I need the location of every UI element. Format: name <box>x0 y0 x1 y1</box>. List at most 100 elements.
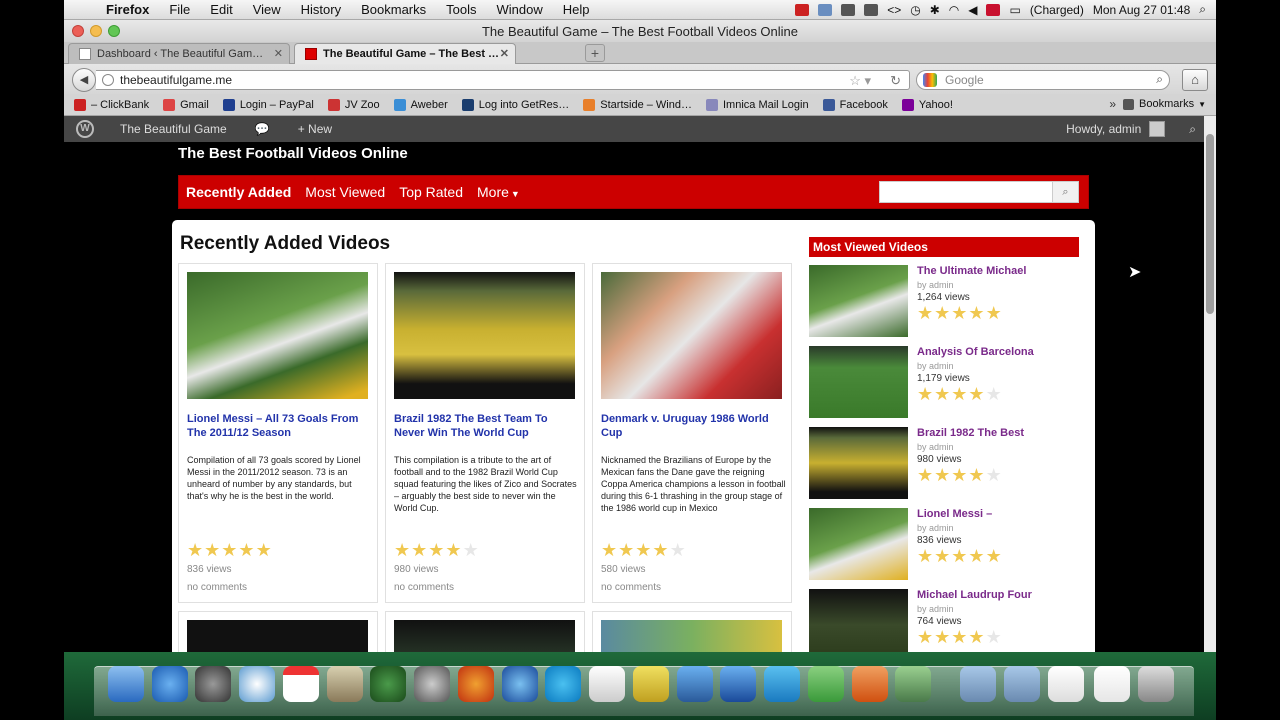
star-filled-icon[interactable]: ★ <box>968 384 985 404</box>
docs-app-icon[interactable] <box>720 666 756 702</box>
bookmark-getresponse[interactable]: Log into GetRes… <box>461 98 569 111</box>
calendar-icon[interactable] <box>283 666 319 702</box>
minimize-window-button[interactable] <box>90 25 102 37</box>
system-preferences-icon[interactable] <box>414 666 450 702</box>
rating-stars[interactable]: ★★★★★ <box>187 540 273 561</box>
star-filled-icon[interactable]: ★ <box>968 303 985 323</box>
bookmark-imnica[interactable]: Imnica Mail Login <box>705 98 809 111</box>
star-filled-icon[interactable]: ★ <box>635 540 652 560</box>
volume-icon[interactable]: ◀ <box>968 3 977 17</box>
bookmark-star-icon[interactable]: ☆ ▾ <box>849 73 871 89</box>
video-thumbnail[interactable] <box>394 620 575 652</box>
avatar[interactable] <box>1149 121 1166 137</box>
star-filled-icon[interactable]: ★ <box>934 384 951 404</box>
tab-dashboard[interactable]: Dashboard ‹ The Beautiful Gam… ✕ <box>68 43 290 64</box>
search-icon[interactable]: ⌕ <box>1156 72 1163 87</box>
spotlight-icon[interactable]: ⌕ <box>1199 2 1206 17</box>
skype-icon[interactable] <box>545 666 581 702</box>
star-empty-icon[interactable]: ★ <box>986 627 1003 647</box>
bookmark-yahoo[interactable]: Yahoo! <box>901 98 953 111</box>
star-filled-icon[interactable]: ★ <box>238 540 255 560</box>
video-title-link[interactable]: Michael Laudrup Four <box>917 589 1032 601</box>
menubar-clock[interactable]: Mon Aug 27 01:48 <box>1093 3 1190 17</box>
sync-icon[interactable] <box>818 3 833 16</box>
star-filled-icon[interactable]: ★ <box>951 546 968 566</box>
paw-icon[interactable] <box>864 3 879 16</box>
wp-howdy[interactable]: Howdy, admin <box>1066 122 1141 136</box>
star-empty-icon[interactable]: ★ <box>463 540 480 560</box>
star-filled-icon[interactable]: ★ <box>187 540 204 560</box>
firefox-icon[interactable] <box>458 666 494 702</box>
bookmark-facebook[interactable]: Facebook <box>822 98 888 111</box>
nav-recently-added[interactable]: Recently Added <box>186 184 291 200</box>
word-app-icon[interactable] <box>677 666 713 702</box>
video-thumbnail[interactable] <box>809 265 908 337</box>
star-filled-icon[interactable]: ★ <box>934 303 951 323</box>
url-bar[interactable]: thebeautifulgame.me ☆ ▾ ↻ <box>96 70 910 90</box>
comment-count[interactable]: no comments <box>187 582 247 593</box>
rating-stars[interactable]: ★★★★★ <box>917 627 1003 648</box>
app-menu-firefox[interactable]: Firefox <box>96 2 159 17</box>
star-filled-icon[interactable]: ★ <box>951 384 968 404</box>
star-filled-icon[interactable]: ★ <box>951 627 968 647</box>
star-filled-icon[interactable]: ★ <box>917 384 934 404</box>
star-filled-icon[interactable]: ★ <box>968 465 985 485</box>
presentation-app-icon[interactable] <box>852 666 888 702</box>
video-thumbnail[interactable] <box>394 272 575 399</box>
writer-app-icon[interactable] <box>764 666 800 702</box>
scrollbar-thumb[interactable] <box>1206 134 1214 314</box>
video-title-link[interactable]: The Ultimate Michael <box>917 265 1026 277</box>
notes-app-icon[interactable] <box>633 666 669 702</box>
menu-file[interactable]: File <box>159 2 200 17</box>
home-button[interactable]: ⌂ <box>1182 69 1208 91</box>
wp-search-icon[interactable]: ⌕ <box>1189 122 1196 137</box>
star-filled-icon[interactable]: ★ <box>917 303 934 323</box>
video-thumbnail[interactable] <box>809 427 908 499</box>
tool-icon[interactable] <box>841 3 856 16</box>
video-thumbnail[interactable] <box>187 272 368 399</box>
zoom-window-button[interactable] <box>108 25 120 37</box>
star-filled-icon[interactable]: ★ <box>951 465 968 485</box>
downloads-stack-icon[interactable] <box>1048 666 1084 702</box>
wp-new-content[interactable]: + New <box>298 122 332 136</box>
close-tab-icon[interactable]: ✕ <box>274 47 283 60</box>
dashboard-icon[interactable] <box>195 666 231 702</box>
rating-stars[interactable]: ★★★★★ <box>601 540 687 561</box>
new-tab-button[interactable]: + <box>585 44 605 62</box>
bluetooth-icon[interactable]: ✱ <box>930 3 940 17</box>
page-scrollbar[interactable] <box>1204 116 1216 652</box>
finder-icon[interactable] <box>108 666 144 702</box>
star-filled-icon[interactable]: ★ <box>934 627 951 647</box>
search-bar[interactable]: Google ⌕ <box>916 70 1170 90</box>
star-empty-icon[interactable]: ★ <box>986 384 1003 404</box>
wifi-icon[interactable]: ◠ <box>949 3 959 17</box>
menu-view[interactable]: View <box>243 2 291 17</box>
star-filled-icon[interactable]: ★ <box>917 627 934 647</box>
app-store-icon[interactable] <box>152 666 188 702</box>
time-machine-icon[interactable] <box>370 666 406 702</box>
bookmark-aweber[interactable]: Aweber <box>393 98 448 111</box>
thunderbird-icon[interactable] <box>502 666 538 702</box>
video-thumbnail[interactable] <box>809 508 908 580</box>
video-title-link[interactable]: Lionel Messi – <box>917 508 992 520</box>
video-title-link[interactable]: Denmark v. Uruguay 1986 World Cup <box>601 412 786 440</box>
rating-stars[interactable]: ★★★★★ <box>917 546 1003 567</box>
comments-icon[interactable]: 💬 <box>255 122 270 136</box>
menu-window[interactable]: Window <box>487 2 553 17</box>
bookmark-clickbank[interactable]: – ClickBank <box>74 98 149 111</box>
flag-icon[interactable] <box>986 3 1001 16</box>
bookmark-gmail[interactable]: Gmail <box>163 98 209 111</box>
star-filled-icon[interactable]: ★ <box>934 465 951 485</box>
menu-bookmarks[interactable]: Bookmarks <box>351 2 436 17</box>
iphoto-icon[interactable] <box>327 666 363 702</box>
star-filled-icon[interactable]: ★ <box>986 546 1003 566</box>
site-search-input[interactable]: ⌕ <box>879 181 1079 203</box>
video-title-link[interactable]: Lionel Messi – All 73 Goals From The 201… <box>187 412 372 440</box>
star-empty-icon[interactable]: ★ <box>670 540 687 560</box>
video-thumbnail[interactable] <box>809 346 908 418</box>
bookmark-paypal[interactable]: Login – PayPal <box>222 98 314 111</box>
trash-icon[interactable] <box>1138 666 1174 702</box>
script-editor-icon[interactable] <box>895 666 931 702</box>
video-thumbnail[interactable] <box>187 620 368 652</box>
star-filled-icon[interactable]: ★ <box>917 465 934 485</box>
